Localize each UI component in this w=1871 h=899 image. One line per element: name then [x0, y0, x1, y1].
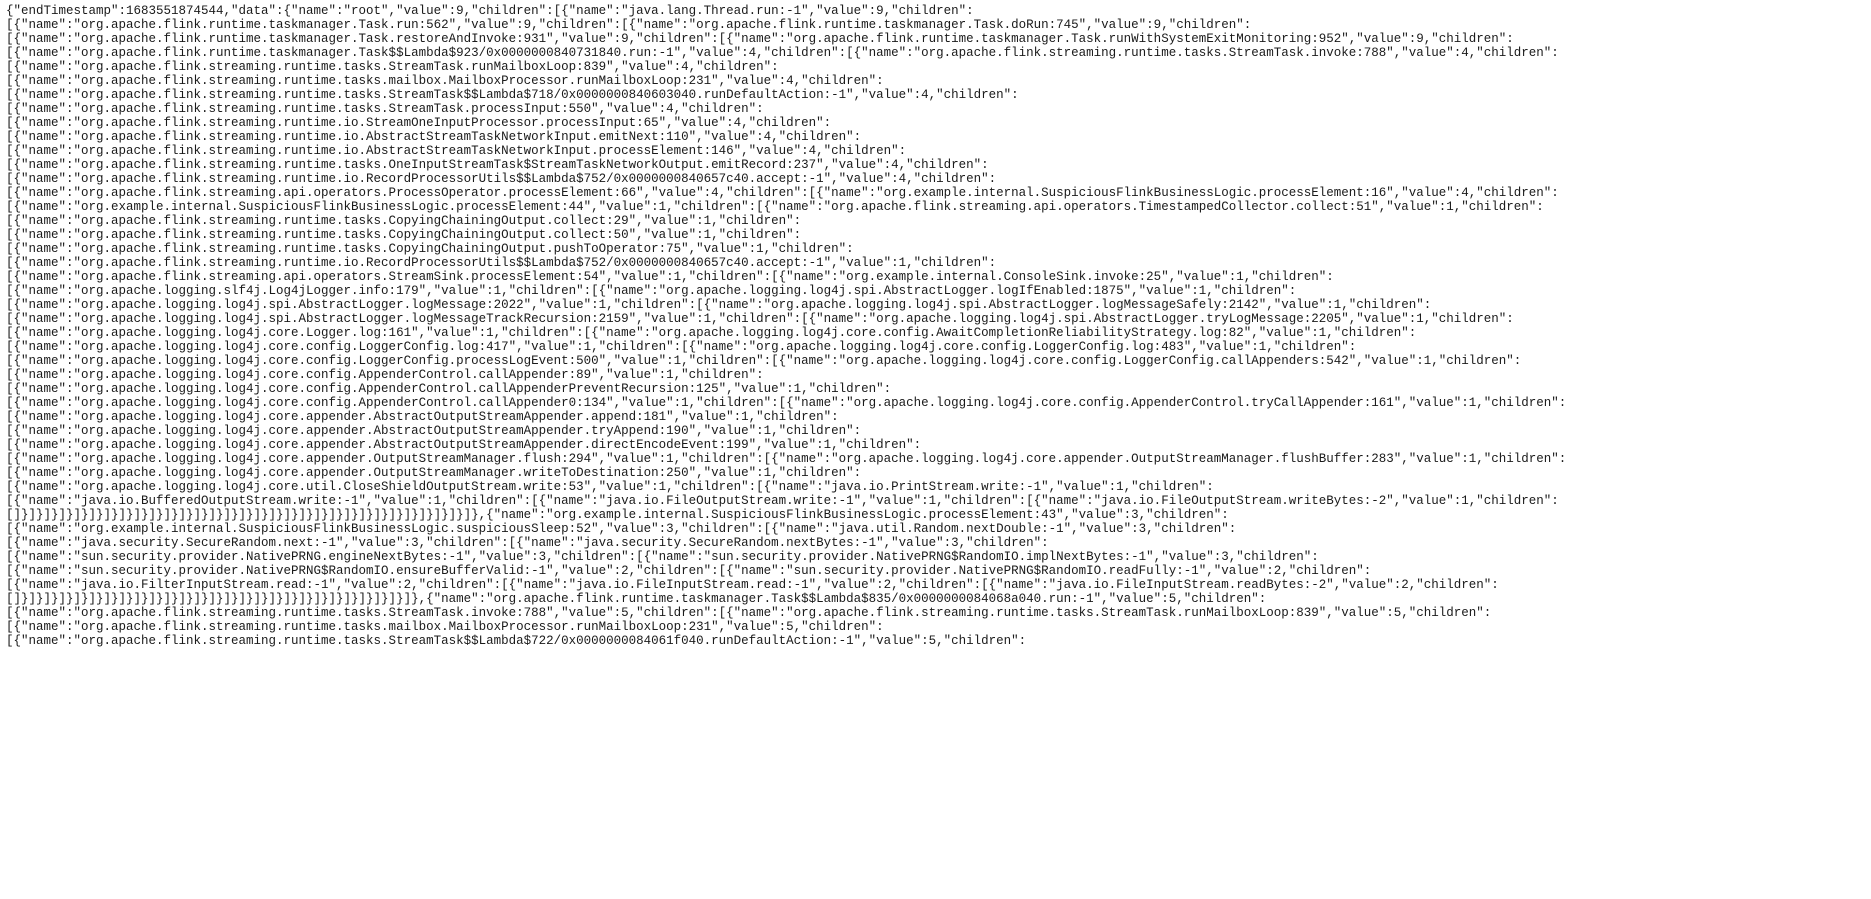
line: [{"name":"org.example.internal.Suspiciou…	[6, 200, 1544, 214]
line: [{"name":"org.apache.logging.log4j.core.…	[6, 368, 764, 382]
line: [{"name":"java.io.BufferedOutputStream.w…	[6, 494, 1559, 508]
line: [{"name":"org.apache.flink.streaming.run…	[6, 74, 884, 88]
line: [{"name":"org.apache.flink.streaming.run…	[6, 144, 906, 158]
line: [{"name":"org.apache.flink.runtime.taskm…	[6, 18, 1251, 32]
line: [{"name":"org.apache.logging.log4j.core.…	[6, 452, 1566, 466]
line: [{"name":"org.apache.flink.streaming.run…	[6, 130, 861, 144]
line: []}]}]}]}]}]}]}]}]}]}]}]}]}]}]}]}]}]}]}]…	[6, 592, 1266, 606]
line: [{"name":"org.apache.flink.streaming.run…	[6, 158, 989, 172]
line: [{"name":"java.io.FilterInputStream.read…	[6, 578, 1499, 592]
line: [{"name":"org.apache.logging.log4j.core.…	[6, 438, 921, 452]
line: [{"name":"org.apache.flink.streaming.run…	[6, 102, 764, 116]
line: [{"name":"org.apache.logging.log4j.spi.A…	[6, 298, 1431, 312]
line: [{"name":"org.apache.logging.log4j.spi.A…	[6, 312, 1514, 326]
line: [{"name":"java.security.SecureRandom.nex…	[6, 536, 1049, 550]
line: [{"name":"sun.security.provider.NativePR…	[6, 550, 1319, 564]
line: [{"name":"org.apache.logging.log4j.core.…	[6, 354, 1521, 368]
line: [{"name":"org.apache.logging.log4j.core.…	[6, 326, 1416, 340]
line: [{"name":"org.apache.flink.streaming.run…	[6, 116, 831, 130]
line: [{"name":"org.apache.flink.runtime.taskm…	[6, 46, 1559, 60]
line: [{"name":"org.apache.logging.log4j.core.…	[6, 340, 1356, 354]
line: [{"name":"org.apache.flink.streaming.run…	[6, 256, 996, 270]
line: [{"name":"sun.security.provider.NativePR…	[6, 564, 1371, 578]
line: [{"name":"org.apache.logging.log4j.core.…	[6, 424, 861, 438]
line: []}]}]}]}]}]}]}]}]}]}]}]}]}]}]}]}]}]}]}]…	[6, 508, 1229, 522]
line: [{"name":"org.apache.flink.streaming.run…	[6, 214, 801, 228]
line: [{"name":"org.apache.flink.streaming.run…	[6, 606, 1491, 620]
line: [{"name":"org.apache.flink.streaming.run…	[6, 620, 884, 634]
line: [{"name":"org.apache.flink.runtime.taskm…	[6, 32, 1514, 46]
line: [{"name":"org.example.internal.Suspiciou…	[6, 522, 1236, 536]
line: [{"name":"org.apache.logging.log4j.core.…	[6, 410, 839, 424]
line: [{"name":"org.apache.logging.log4j.core.…	[6, 480, 1214, 494]
line: [{"name":"org.apache.flink.streaming.run…	[6, 60, 779, 74]
line: [{"name":"org.apache.flink.streaming.run…	[6, 88, 1019, 102]
json-dump: {"endTimestamp":1683551874544,"data":{"n…	[0, 0, 1871, 652]
line: [{"name":"org.apache.flink.streaming.run…	[6, 228, 801, 242]
line: [{"name":"org.apache.flink.streaming.api…	[6, 270, 1334, 284]
line: [{"name":"org.apache.flink.streaming.run…	[6, 242, 854, 256]
line: [{"name":"org.apache.flink.streaming.run…	[6, 172, 996, 186]
line: [{"name":"org.apache.flink.streaming.run…	[6, 634, 1026, 648]
line: [{"name":"org.apache.flink.streaming.api…	[6, 186, 1559, 200]
line: [{"name":"org.apache.logging.log4j.core.…	[6, 466, 861, 480]
line: [{"name":"org.apache.logging.log4j.core.…	[6, 396, 1566, 410]
line: {"endTimestamp":1683551874544,"data":{"n…	[6, 4, 974, 18]
line: [{"name":"org.apache.logging.slf4j.Log4j…	[6, 284, 1296, 298]
line: [{"name":"org.apache.logging.log4j.core.…	[6, 382, 891, 396]
